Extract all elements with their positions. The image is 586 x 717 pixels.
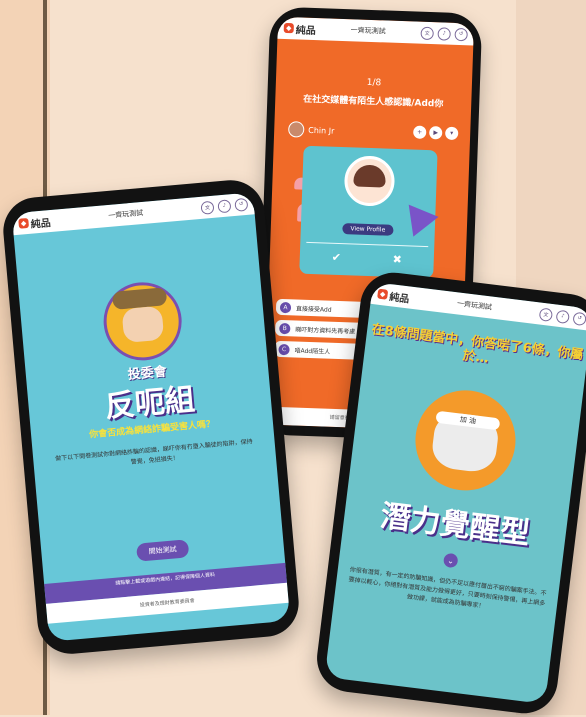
top-bar: ◆ 純品 一齊玩測試 文 ♪ ↺: [277, 16, 475, 46]
chevron-down-icon[interactable]: ⌄: [442, 552, 459, 569]
page-title: 一齊玩測試: [456, 299, 493, 312]
result-body: 你很有潛質，有一定的防騙知識，但仍不足以應付層出不窮的騙案手法。不要掉以輕心，你…: [348, 566, 547, 610]
option-letter: C: [278, 343, 290, 355]
more-icon[interactable]: ▾: [444, 126, 459, 141]
option-letter: A: [279, 301, 292, 313]
page-title: 一齊玩測試: [350, 26, 386, 36]
user-actions: + ▶ ▾: [413, 125, 459, 141]
language-icon[interactable]: 文: [200, 200, 215, 215]
profile-avatar: [343, 155, 396, 207]
mascot-avatar: [100, 279, 185, 364]
add-friend-icon[interactable]: +: [413, 125, 427, 139]
logo-icon: ◆: [18, 217, 30, 229]
back-icon[interactable]: ↺: [454, 27, 468, 41]
decline-x-icon[interactable]: ✖: [392, 252, 402, 265]
page-title: 一齊玩測試: [107, 208, 144, 220]
user-row: Chin Jr: [287, 121, 335, 139]
sound-icon[interactable]: ♪: [217, 198, 232, 213]
question-text: 在社交媒體有陌生人感認識/Add你: [303, 94, 444, 110]
cat-mascot: 加 油: [409, 384, 522, 497]
mascot-face: [121, 305, 165, 344]
logo-icon: ◆: [377, 288, 389, 300]
phone-screen: ◆ 純品 一齊玩測試 文 ♪ ↺ 在8條問題當中，你答啱了6條，你屬於… 加 油 …: [324, 281, 586, 705]
logo-text: 純品: [295, 24, 316, 37]
username: Chin Jr: [308, 125, 335, 136]
back-icon[interactable]: ↺: [572, 311, 586, 326]
avatar-hair: [353, 164, 387, 188]
option-letter: B: [279, 322, 291, 334]
language-icon[interactable]: 文: [420, 26, 434, 40]
start-quiz-button[interactable]: 開始測試: [135, 539, 190, 562]
avatar: [287, 121, 305, 138]
result-headline: 在8條問題當中，你答啱了6條，你屬於…: [370, 322, 585, 367]
option-text: 直接接受Add: [295, 305, 332, 314]
sound-icon[interactable]: ♪: [555, 309, 571, 324]
view-profile-button[interactable]: View Profile: [342, 223, 394, 236]
mascot-hat: [111, 287, 168, 310]
logo[interactable]: ◆ 純品: [18, 214, 51, 232]
phone-quiz-intro: ◆ 純品 一齊玩測試 文 ♪ ↺ 投委會 反呃組 你會否成為網絡詐騙受害人嗎？ 做…: [0, 177, 302, 657]
logo[interactable]: ◆ 純品: [377, 286, 411, 305]
question-progress: 1/8: [366, 77, 382, 89]
card-actions: ✔ ✖: [305, 241, 429, 274]
back-icon[interactable]: ↺: [234, 197, 249, 212]
logo-text: 純品: [30, 217, 52, 231]
sound-icon[interactable]: ♪: [437, 26, 451, 41]
top-bar: ◆ 純品 一齊玩測試 文 ♪ ↺: [11, 192, 255, 236]
logo[interactable]: ◆ 純品: [283, 20, 317, 37]
logo-icon: ◆: [283, 22, 294, 34]
logo-text: 純品: [388, 291, 410, 305]
accept-check-icon[interactable]: ✔: [331, 250, 341, 263]
phone-screen: ◆ 純品 一齊玩測試 文 ♪ ↺ 投委會 反呃組 你會否成為網絡詐騙受害人嗎？ 做…: [11, 192, 291, 642]
intro-body: 做下以下問卷測試你對網絡詐騙的認識，睇吓你有冇墮入騙徒的陷阱，保持警覺，免招損失…: [54, 438, 253, 466]
language-icon[interactable]: 文: [538, 307, 554, 322]
option-text: 唔Add陌生人: [294, 346, 331, 356]
play-icon[interactable]: ▶: [429, 126, 443, 140]
option-text: 睇吓對方資料先再考慮: [295, 325, 356, 336]
result-type: 潛力覺醒型: [378, 498, 532, 552]
